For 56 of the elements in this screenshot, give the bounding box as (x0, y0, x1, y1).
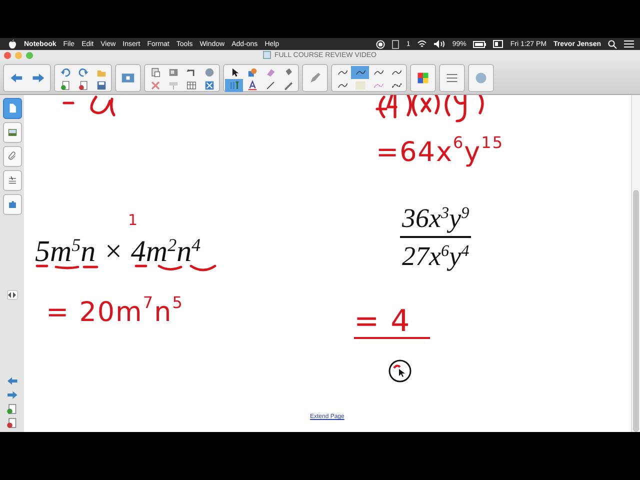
search-icon[interactable] (608, 40, 617, 48)
math-expression: 5m$^{5}$n × 4m$^{2}$n$^{4}$ (35, 236, 201, 267)
redo-icon (78, 66, 88, 78)
right-arrow-icon (6, 388, 18, 400)
volume-icon[interactable] (434, 40, 446, 48)
battery-icon[interactable] (473, 40, 486, 48)
monitor-icon (121, 70, 135, 84)
text-icon (246, 80, 258, 90)
blank-icon (354, 80, 366, 90)
display-icon[interactable] (493, 40, 504, 48)
sidebar-button[interactable] (6, 375, 18, 386)
sidebar-tab[interactable] (2, 170, 22, 191)
apple-icon[interactable] (8, 39, 17, 49)
handwritten-fraction: = 4 (354, 307, 430, 339)
clipboard-icon[interactable] (392, 40, 400, 48)
delete-icon (150, 80, 160, 90)
expand-button[interactable] (6, 290, 18, 300)
sidebar-button[interactable] (6, 389, 18, 400)
scroll-bar[interactable] (631, 95, 640, 432)
globe-icon (204, 66, 214, 78)
palette-icon (416, 70, 430, 84)
toolbar-button[interactable] (225, 78, 243, 92)
sidebar-button[interactable] (6, 403, 18, 414)
picture-icon (6, 127, 18, 138)
record-icon[interactable] (376, 40, 386, 48)
sidebar-tab[interactable] (2, 146, 22, 167)
menu-icon[interactable] (624, 40, 634, 48)
double-arrow-icon (8, 292, 16, 298)
paste-icon (150, 66, 160, 78)
math-fraction: 36x$^{3}$y$^{9}$ 27x$^{6}$y$^{4}$ (400, 205, 472, 270)
page-minus-icon (6, 416, 18, 428)
document-icon (263, 51, 272, 59)
close-button[interactable] (4, 52, 11, 59)
line-icon (264, 80, 276, 90)
rotate-icon (186, 66, 196, 78)
left-arrow-icon (6, 374, 18, 386)
eraser-icon (264, 66, 276, 78)
page-plus-icon (6, 402, 18, 414)
text-cursor-icon (228, 80, 240, 90)
screen-shade-icon (168, 80, 178, 90)
screen-icon (168, 66, 178, 78)
paperclip-icon (6, 151, 18, 162)
cursor-icon (388, 359, 412, 383)
sidebar-button[interactable] (6, 417, 18, 428)
handwritten-text: =64x$^{6}$y$^{15}$ (376, 135, 504, 166)
sidebar-tab[interactable] (2, 194, 22, 215)
toolbar-button[interactable] (351, 66, 369, 78)
shapes-icon (246, 66, 258, 78)
sidebar-tab[interactable] (2, 122, 22, 143)
sidebar-tab[interactable] (2, 98, 22, 119)
puzzle-icon (6, 199, 18, 210)
pencil-icon (308, 70, 322, 84)
undo-icon (60, 66, 70, 78)
wifi-icon[interactable] (417, 40, 428, 48)
handwritten-text: = 20m$^{7}$n$^{5}$ (46, 295, 184, 326)
handwritten-mark: 1 (128, 213, 139, 228)
